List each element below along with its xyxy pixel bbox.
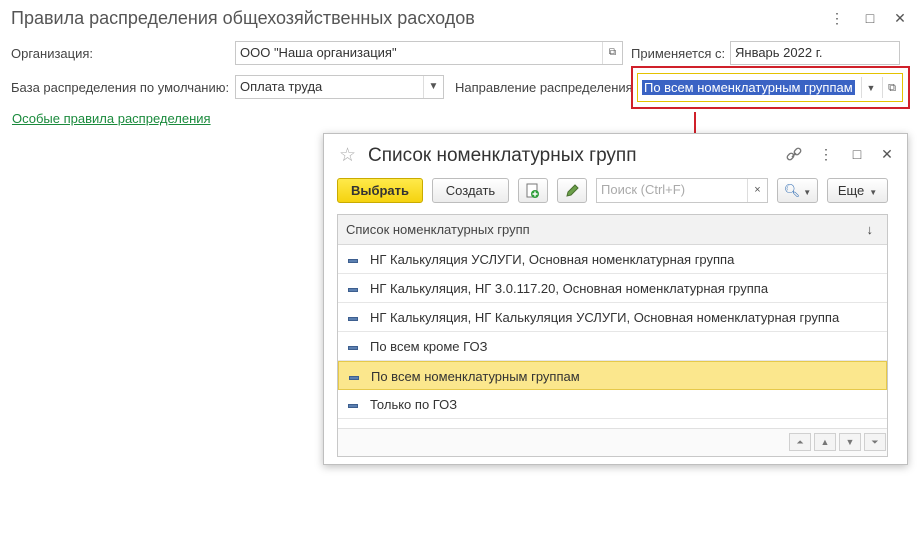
item-icon <box>349 375 359 380</box>
column-header: Список номенклатурных групп <box>346 222 530 237</box>
row-label: НГ Калькуляция, НГ 3.0.117.20, Основная … <box>370 281 769 296</box>
dialog-title: Список номенклатурных групп <box>368 145 637 166</box>
search-placeholder: Поиск (Ctrl+F) <box>601 182 686 197</box>
more-menu-icon[interactable]: ⋮ <box>818 146 834 162</box>
table-header[interactable]: Список номенклатурных групп ↓ <box>338 215 887 245</box>
search-input[interactable]: Поиск (Ctrl+F) × <box>596 178 768 203</box>
maximize-icon[interactable]: □ <box>849 146 865 162</box>
applies-field[interactable]: Январь 2022 г. <box>730 41 900 65</box>
org-value: ООО "Наша организация" <box>240 45 397 60</box>
direction-value: По всем номенклатурным группам <box>642 80 855 95</box>
sort-arrow-icon[interactable]: ↓ <box>867 215 874 245</box>
table-row[interactable]: НГ Калькуляция, НГ 3.0.117.20, Основная … <box>338 274 887 303</box>
search-button[interactable]: 🔍︎ ▼ <box>777 178 818 203</box>
table-row-selected[interactable]: По всем номенклатурным группам <box>338 361 887 390</box>
item-icon <box>348 345 358 350</box>
org-field[interactable]: ООО "Наша организация" ⧉ <box>235 41 623 65</box>
base-select[interactable]: Оплата труда ▼ <box>235 75 444 99</box>
link-icon[interactable] <box>785 146 803 164</box>
page-up-icon[interactable]: ▲ <box>814 433 836 451</box>
window-title: Правила распределения общехозяйственных … <box>11 8 475 28</box>
applies-value: Январь 2022 г. <box>735 45 823 60</box>
star-icon[interactable]: ☆ <box>339 144 356 167</box>
row-label: По всем кроме ГОЗ <box>370 339 488 354</box>
first-page-icon[interactable]: ⏶ <box>789 433 811 451</box>
item-icon <box>348 316 358 321</box>
pencil-icon <box>566 184 579 197</box>
close-icon[interactable]: ✕ <box>892 10 908 26</box>
applies-label: Применяется с: <box>631 46 726 61</box>
base-value: Оплата труда <box>240 79 323 94</box>
more-menu-icon[interactable]: ⋮ <box>829 10 845 26</box>
chevron-down-icon: ▼ <box>869 188 878 197</box>
close-icon[interactable]: ✕ <box>879 146 895 162</box>
nomenclature-groups-dialog: ☆ Список номенклатурных групп ⋮ □ ✕ Выбр… <box>323 133 908 465</box>
open-icon[interactable]: ⧉ <box>884 80 900 96</box>
table-row[interactable]: Только по ГОЗ <box>338 390 887 419</box>
row-label: НГ Калькуляция УСЛУГИ, Основная номенкла… <box>370 252 735 267</box>
copy-button[interactable] <box>518 178 548 203</box>
clear-icon[interactable]: × <box>747 179 767 202</box>
create-button[interactable]: Создать <box>432 178 509 203</box>
special-rules-link[interactable]: Особые правила распределения <box>12 111 211 126</box>
row-label: По всем номенклатурным группам <box>371 369 580 384</box>
select-button[interactable]: Выбрать <box>337 178 423 203</box>
chevron-down-icon[interactable]: ▼ <box>863 80 879 96</box>
item-icon <box>348 287 358 292</box>
table-row[interactable]: НГ Калькуляция УСЛУГИ, Основная номенкла… <box>338 245 887 274</box>
chevron-down-icon[interactable]: ▼ <box>423 76 443 98</box>
copy-add-icon <box>526 183 539 198</box>
item-icon <box>348 403 358 408</box>
last-page-icon[interactable]: ⏷ <box>864 433 886 451</box>
direction-select[interactable]: По всем номенклатурным группам ▼ ⧉ <box>637 73 903 102</box>
item-icon <box>348 258 358 263</box>
direction-label: Направление распределения <box>455 80 633 95</box>
page-down-icon[interactable]: ▼ <box>839 433 861 451</box>
table-row[interactable]: НГ Калькуляция, НГ Калькуляция УСЛУГИ, О… <box>338 303 887 332</box>
more-label: Еще <box>837 183 865 198</box>
edit-button[interactable] <box>557 178 587 203</box>
row-label: Только по ГОЗ <box>370 397 458 412</box>
row-label: НГ Калькуляция, НГ Калькуляция УСЛУГИ, О… <box>370 310 840 325</box>
groups-table: Список номенклатурных групп ↓ НГ Калькул… <box>337 214 888 457</box>
search-icon: 🔍︎ <box>783 183 801 198</box>
open-icon[interactable]: ⧉ <box>602 42 622 64</box>
org-label: Организация: <box>11 46 94 61</box>
maximize-icon[interactable]: □ <box>862 10 878 26</box>
base-label: База распределения по умолчанию: <box>11 80 230 95</box>
chevron-down-icon: ▼ <box>803 188 812 197</box>
more-button[interactable]: Еще ▼ <box>827 178 888 203</box>
table-row[interactable]: По всем кроме ГОЗ <box>338 332 887 361</box>
